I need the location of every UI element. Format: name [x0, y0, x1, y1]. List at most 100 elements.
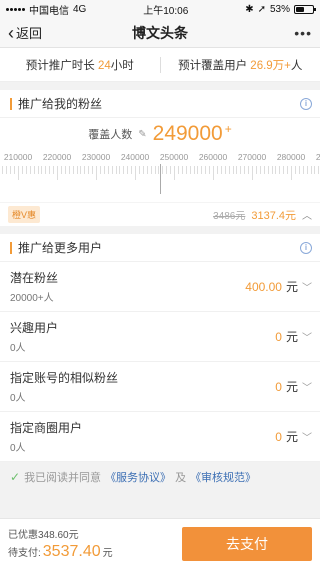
ruler-tick	[60, 166, 62, 174]
bluetooth-icon: ✱	[245, 3, 254, 15]
ruler-tick	[10, 166, 12, 174]
nav-bar: ‹ 返回 博文头条 •••	[0, 18, 320, 48]
ruler-tick	[2, 166, 4, 174]
edit-icon[interactable]: ✎	[138, 129, 146, 140]
item-name: 指定账号的相似粉丝	[10, 371, 119, 385]
ruler-tick	[177, 166, 179, 174]
item-price: 0	[275, 379, 282, 394]
ruler-tick	[68, 166, 70, 174]
total-unit: 元	[102, 548, 113, 559]
cover-label: 覆盖人数	[88, 129, 133, 141]
ruler-tick	[255, 166, 257, 174]
ruler-pointer[interactable]	[160, 164, 161, 194]
clock: 上午10:06	[143, 5, 189, 17]
ruler-tick-label: 250000	[159, 152, 189, 162]
ruler-tick	[53, 166, 55, 174]
item-count: 0人	[10, 443, 26, 454]
info-icon[interactable]: i	[300, 97, 312, 110]
service-agreement-link[interactable]: 《服务协议》	[105, 469, 171, 485]
list-item[interactable]: 指定商圈用户 0人 0 元 ﹀	[0, 412, 320, 462]
cover-ruler-slider[interactable]: 210000 220000 230000 240000 250000 260000 2700…	[0, 150, 320, 202]
back-button[interactable]: ‹ 返回	[8, 23, 42, 42]
ruler-tick	[37, 166, 39, 174]
ruler-tick	[25, 166, 27, 174]
estimate-bar: 预计推广时长 24小时 预计覆盖用户 26.9万+人	[0, 48, 320, 82]
reach-label: 预计覆盖用户	[178, 59, 248, 72]
chevron-up-icon[interactable]: ︿	[302, 207, 312, 222]
ruler-tick	[174, 166, 175, 180]
item-unit: 元	[285, 380, 298, 394]
ruler-tick	[18, 166, 19, 180]
agreement-and: 及	[175, 472, 187, 484]
vip-badge: 橙V惠	[8, 206, 41, 223]
ruler-tick-label: 230000	[81, 152, 111, 162]
ruler-tick	[259, 166, 261, 174]
ruler-tick	[96, 166, 97, 180]
item-count: 0人	[10, 393, 26, 404]
battery-percent: 53%	[269, 3, 290, 15]
chevron-down-icon[interactable]: ﹀	[302, 429, 312, 444]
ruler-tick	[294, 166, 296, 174]
ruler-tick	[318, 166, 320, 174]
ruler-tick	[283, 166, 285, 174]
more-users-section: 推广给更多用户 i 潜在粉丝 20000+人 400.00 元 ﹀ 兴趣用户 0人 0元…	[0, 234, 320, 462]
ruler-tick	[84, 166, 86, 174]
ruler-tick	[76, 166, 78, 174]
ruler-tick	[99, 166, 101, 174]
ruler-tick	[146, 166, 148, 174]
item-price: 400.00	[245, 279, 282, 294]
ruler-tick	[209, 166, 211, 174]
fans-section-title: 推广给我的粉丝	[10, 95, 102, 112]
duration-value: 24	[97, 59, 111, 72]
chevron-down-icon[interactable]: ﹀	[302, 329, 312, 344]
page-title: 博文头条	[132, 24, 188, 41]
ruler-tick	[189, 166, 191, 174]
reach-value: 26.9万+	[250, 59, 291, 72]
item-price: 0	[275, 329, 282, 344]
checkmark-icon[interactable]: ✓	[10, 470, 20, 484]
ruler-tick	[271, 166, 273, 174]
ruler-tick	[49, 166, 51, 174]
cover-count: 覆盖人数 ✎ 249000 +	[0, 118, 320, 150]
list-item[interactable]: 潜在粉丝 20000+人 400.00 元 ﹀	[0, 262, 320, 312]
fans-section: 推广给我的粉丝 i 覆盖人数 ✎ 249000 + 210000 220000 23…	[0, 90, 320, 226]
ruler-tick	[150, 166, 152, 174]
item-name: 潜在粉丝	[10, 271, 59, 285]
ruler-tick	[119, 166, 121, 174]
ruler-tick	[80, 166, 82, 174]
review-rules-link[interactable]: 《审核规范》	[190, 469, 256, 485]
ruler-tick	[21, 166, 23, 174]
more-menu-button[interactable]: •••	[294, 25, 312, 41]
ruler-tick	[92, 166, 94, 174]
ruler-tick	[127, 166, 129, 174]
ruler-tick	[224, 166, 226, 174]
ruler-tick	[170, 166, 172, 174]
list-item[interactable]: 兴趣用户 0人 0 元 ﹀	[0, 312, 320, 362]
ruler-tick	[201, 166, 203, 174]
item-unit: 元	[285, 430, 298, 444]
battery-icon	[293, 4, 316, 14]
ruler-tick-label: 270000	[237, 152, 267, 162]
total-amount: 3537.40	[42, 543, 101, 560]
chevron-down-icon[interactable]: ﹀	[302, 279, 312, 294]
item-name: 兴趣用户	[10, 321, 59, 335]
ruler-tick	[115, 166, 117, 174]
ruler-tick	[111, 166, 113, 174]
ruler-tick	[193, 166, 195, 174]
ruler-tick	[29, 166, 31, 174]
item-unit: 元	[285, 330, 298, 344]
info-icon[interactable]: i	[300, 241, 312, 254]
ruler-tick	[142, 166, 144, 174]
ruler-tick	[205, 166, 207, 174]
status-bar: 中国电信 4G 上午10:06 ✱ ➚ 53%	[0, 0, 320, 18]
pay-button[interactable]: 去支付	[182, 526, 312, 561]
ruler-tick	[33, 166, 35, 174]
chevron-down-icon[interactable]: ﹀	[302, 379, 312, 394]
checkout-bar: 已优惠348.60元 待支付: 3537.40 元 去支付	[0, 518, 320, 568]
cover-plus: +	[224, 122, 232, 136]
ruler-tick	[107, 166, 109, 174]
ruler-tick	[302, 166, 304, 174]
list-item[interactable]: 指定账号的相似粉丝 0人 0 元 ﹀	[0, 362, 320, 412]
ruler-tick	[131, 166, 133, 174]
ruler-tick	[72, 166, 74, 174]
